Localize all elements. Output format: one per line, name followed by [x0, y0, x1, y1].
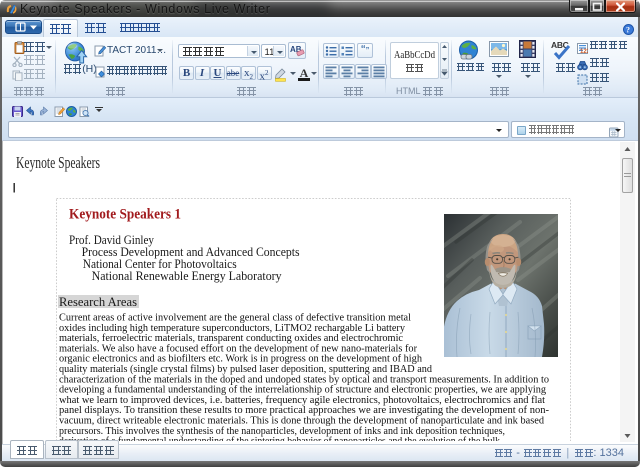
- svg-text:Keynote Speakers: Keynote Speakers: [16, 153, 100, 172]
- svg-text:National Renewable Energy Labo: National Renewable Energy Laboratory: [92, 269, 283, 283]
- svg-text:derivation of a fundamental un: derivation of a fundamental understandin…: [59, 435, 501, 441]
- svg-text:?: ?: [626, 25, 630, 34]
- svg-text:AaBbCcDd: AaBbCcDd: [394, 49, 435, 61]
- svg-text:123: 123: [580, 49, 588, 54]
- svg-text:Keynote Speakers 1: Keynote Speakers 1: [69, 207, 181, 223]
- svg-text:Research Areas: Research Areas: [59, 295, 137, 309]
